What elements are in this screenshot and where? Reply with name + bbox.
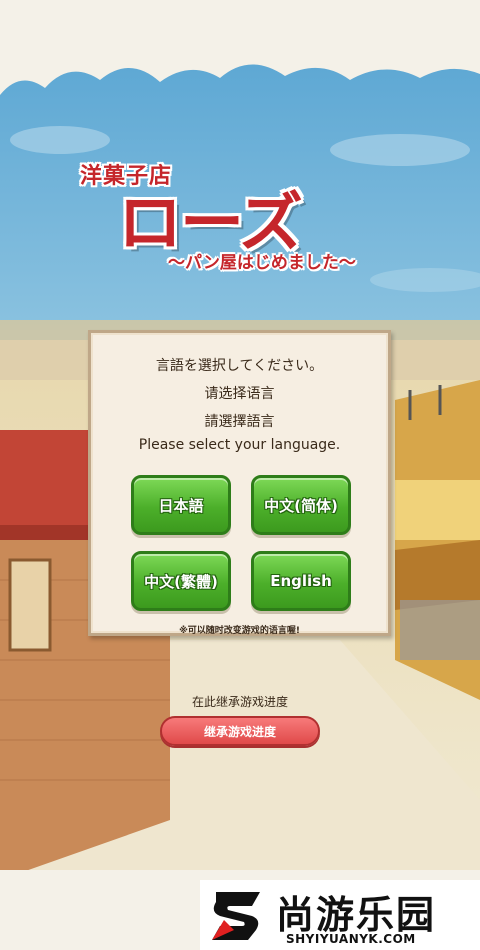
logo-tagline: 〜パン屋はじめました〜 bbox=[168, 253, 356, 273]
traditional-chinese-button[interactable]: 中文(繁體) bbox=[131, 551, 231, 611]
language-select-dialog: 言語を選択してください。 请选择语言 請選擇語言 Please select y… bbox=[88, 330, 391, 636]
watermark-logo: 尚游乐园 SHYIYUANYK.COM bbox=[200, 880, 480, 950]
simplified-chinese-button[interactable]: 中文(简体) bbox=[251, 475, 351, 535]
watermark-name: 尚游乐园 bbox=[276, 893, 437, 937]
prompt-english: Please select your language. bbox=[138, 437, 341, 453]
watermark-url: SHYIYUANYK.COM bbox=[286, 932, 416, 946]
english-button[interactable]: English bbox=[251, 551, 351, 611]
prompt-traditional-chinese: 請選擇語言 bbox=[204, 414, 275, 430]
prompt-simplified-chinese: 请选择语言 bbox=[204, 386, 275, 402]
s-logo-icon bbox=[212, 892, 260, 940]
continue-progress-label: 在此继承游戏进度 bbox=[191, 695, 288, 709]
continue-progress-button[interactable]: 继承游戏进度 bbox=[160, 716, 320, 746]
japanese-button[interactable]: 日本語 bbox=[131, 475, 231, 535]
language-change-note: ※可以随时改变游戏的语言喔! bbox=[179, 626, 300, 636]
prompt-japanese: 言語を選択してください。 bbox=[155, 358, 324, 374]
